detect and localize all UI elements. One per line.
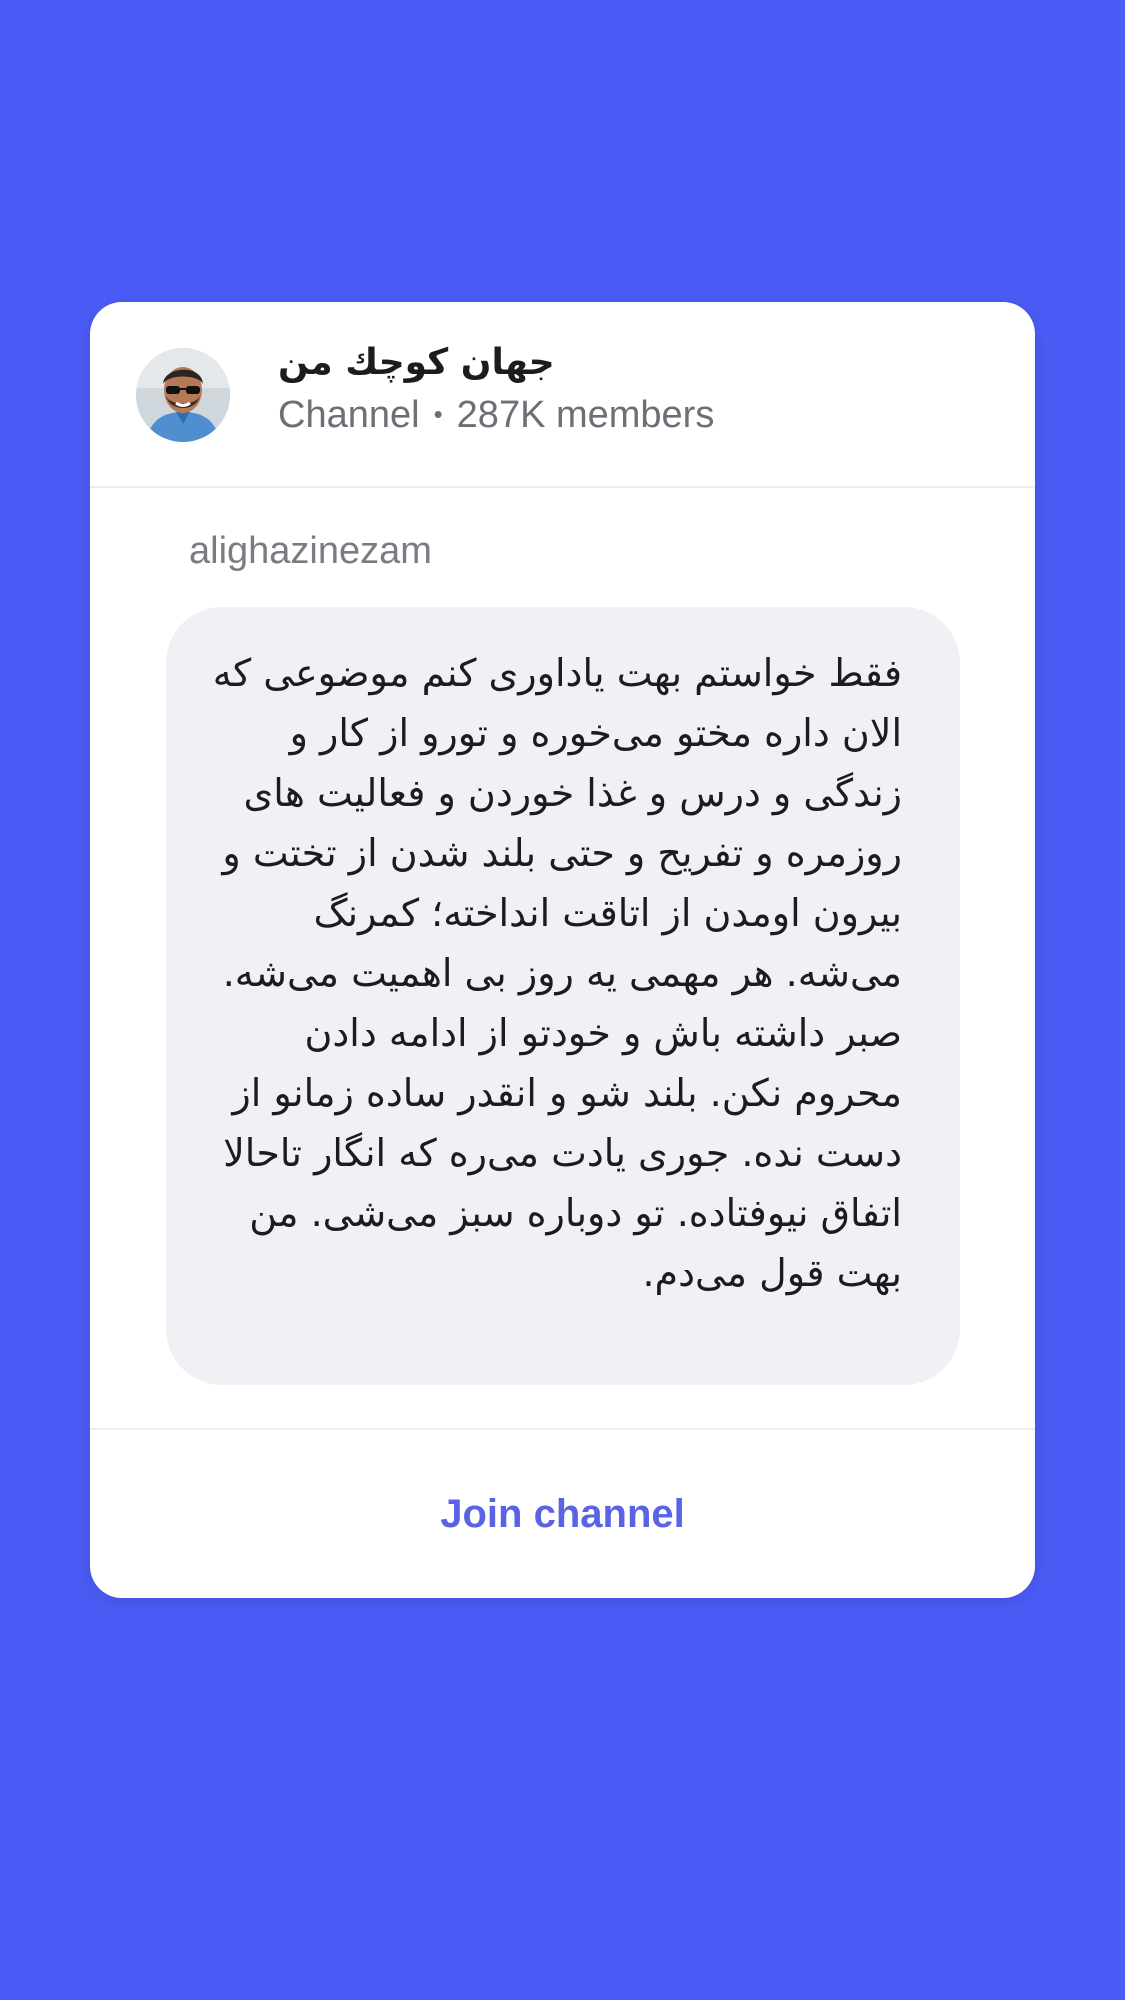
message-text: فقط خواستم بهت یاداوری کنم موضوعی که الا…: [212, 651, 902, 1295]
join-channel-button[interactable]: Join channel: [90, 1430, 1035, 1598]
channel-title: جهان کوچك من: [278, 342, 555, 383]
post-author: alighazinezam: [189, 530, 432, 572]
message-bubble: فقط خواستم بهت یاداوری کنم موضوعی که الا…: [166, 607, 960, 1385]
channel-type: Channel: [278, 394, 420, 436]
avatar-image: [136, 348, 230, 442]
channel-meta: Channel • 287K members: [278, 394, 714, 437]
member-count: 287K members: [456, 394, 715, 436]
channel-header: جهان کوچك من Channel • 287K members: [90, 302, 1035, 488]
card-footer: Join channel: [90, 1428, 1035, 1598]
channel-preview-card: جهان کوچك من Channel • 287K members aligha…: [90, 302, 1035, 1598]
avatar[interactable]: [136, 348, 230, 442]
separator-dot: •: [433, 399, 443, 429]
